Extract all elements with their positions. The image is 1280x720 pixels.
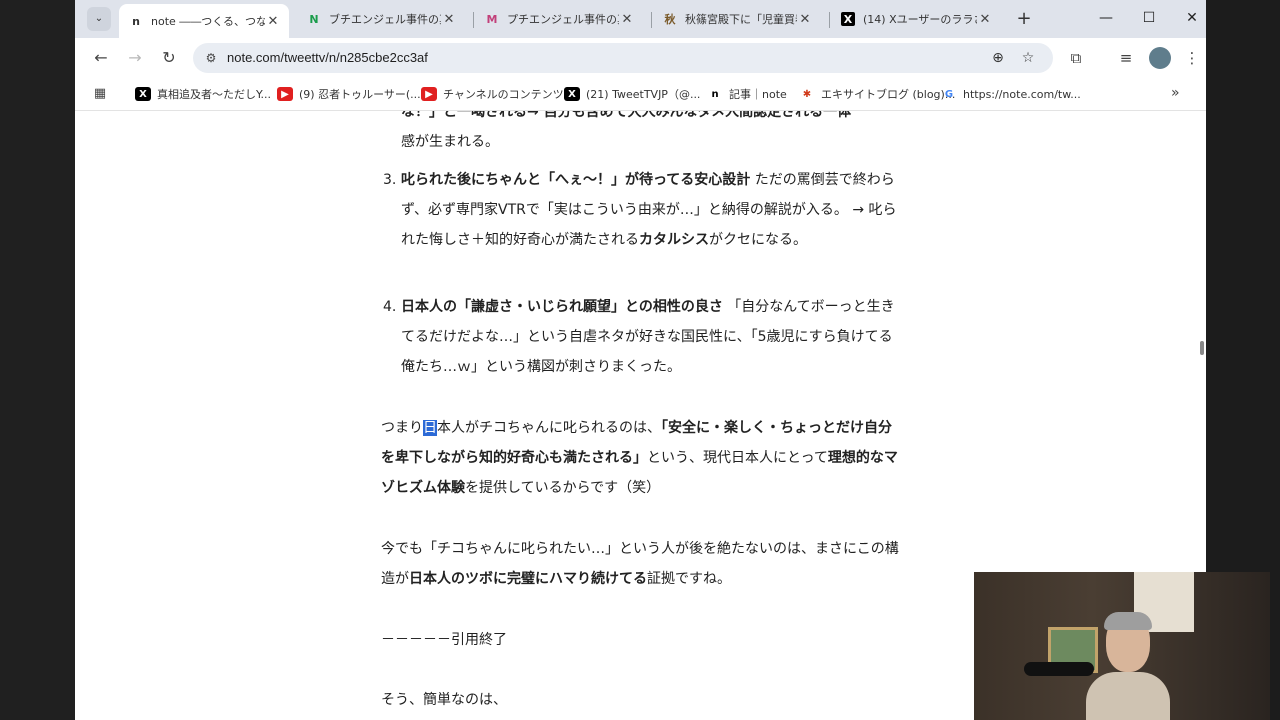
minimize-icon[interactable]: — [1091, 6, 1121, 30]
bookmark-label: https://note.com/tw... [963, 87, 1081, 101]
youtube-icon: ▶ [421, 87, 437, 101]
tab-strip: ⌄ n note ――つくる、つなが ✕ N ブチエンジェル事件の真相 ✕ M … [75, 0, 1206, 38]
menu-kebab-icon[interactable]: ⋮ [1181, 47, 1203, 69]
tab-close-icon[interactable]: ✕ [619, 12, 635, 27]
m-favicon-icon: M [486, 12, 498, 26]
paragraph: そう、簡単なのは、 [381, 692, 507, 708]
maximize-icon[interactable]: ☐ [1134, 6, 1164, 30]
webcam-overlay [974, 572, 1270, 720]
bookmark-item[interactable]: X (21) TweetTVJP（@... [564, 84, 700, 104]
site-info-icon[interactable]: ⚙ [203, 50, 219, 66]
list-item: な！」と一喝される→ 自分も含めて大人みんなダメ人間認定される一体 感が生まれる… [401, 111, 901, 157]
x-icon: X [135, 87, 151, 101]
tab-separator [473, 12, 474, 28]
bookmark-label: 記事｜note [729, 88, 787, 101]
list-item-heading: 日本人の「謙虚さ・いじられ願望」との相性の良さ [401, 299, 723, 315]
webcam-person-hair [1104, 612, 1152, 630]
tab-title: プチエンジェル事件の真相 [507, 13, 619, 26]
reload-icon[interactable]: ↻ [157, 46, 181, 70]
x-favicon-icon: X [841, 12, 855, 26]
list-item-text: がクセになる。 [709, 232, 807, 248]
bookmark-label: チャンネルのコンテンツ... [443, 88, 575, 101]
webcam-person [1086, 612, 1170, 720]
new-tab-plus-icon[interactable]: + [1013, 8, 1035, 30]
list-item-text: 感が生まれる。 [401, 134, 499, 150]
paragraph-text: つまり [381, 420, 423, 436]
tab-search-button[interactable]: ⌄ [87, 7, 111, 31]
paragraph-text: 証拠ですね。 [647, 571, 731, 587]
tab-close-icon[interactable]: ✕ [441, 12, 457, 27]
back-arrow-icon[interactable]: ← [89, 46, 113, 70]
youtube-icon: ▶ [277, 87, 293, 101]
media-control-icon[interactable]: ≡ [1115, 47, 1137, 69]
tab-close-icon[interactable]: ✕ [265, 14, 281, 29]
tab-separator [651, 12, 652, 28]
site-favicon-icon: 秋 [664, 13, 676, 26]
profile-avatar[interactable] [1149, 47, 1171, 69]
list-number: 4. [383, 299, 397, 315]
tab-puchi-angel-1[interactable]: N ブチエンジェル事件の真相 ✕ [297, 4, 465, 34]
x-icon: X [564, 87, 580, 101]
bookmarks-overflow-chevron-icon[interactable]: » [1171, 85, 1180, 101]
tab-title: 秋篠宮殿下に「児童買春 [685, 13, 797, 26]
zoom-icon[interactable]: ⊕ [989, 49, 1007, 67]
window-close-icon[interactable]: ✕ [1177, 6, 1206, 30]
list-item-emphasis: カタルシス [639, 232, 709, 248]
paragraph-text: 本人がチコちゃんに叱られるのは、 [437, 420, 661, 436]
bookmark-item[interactable]: ▶ チャンネルのコンテンツ... [421, 84, 574, 104]
note-icon: n [711, 88, 719, 100]
tab-title: ブチエンジェル事件の真相 [329, 13, 441, 26]
bookmark-star-icon[interactable]: ☆ [1019, 49, 1037, 67]
excite-icon: ✱ [802, 88, 812, 100]
bookmark-item[interactable]: ✱ エキサイトブログ (blog)... [799, 84, 956, 104]
list-item: 4. 日本人の「謙虚さ・いじられ願望」との相性の良さ 「自分なんてボーっと生きて… [383, 292, 901, 382]
bookmark-label: エキサイトブログ (blog)... [821, 88, 956, 101]
n-favicon-icon: N [309, 12, 319, 26]
tab-title: (14) Xユーザーのララさん [863, 13, 977, 26]
apps-grid-icon[interactable]: ▦ [92, 86, 108, 102]
list-item-heading: 叱られた後にちゃんと「へぇ～！」が待ってる安心設計 [401, 172, 751, 188]
forward-arrow-icon[interactable]: → [123, 46, 147, 70]
tab-title: note ――つくる、つなが [151, 15, 265, 28]
tab-note-active[interactable]: n note ――つくる、つなが ✕ [119, 4, 289, 38]
note-favicon-icon: n [132, 14, 140, 28]
quote-end-marker: －－－－－引用終了 [381, 632, 507, 648]
list-number: 3. [383, 172, 397, 188]
bookmark-label: (9) 忍者トゥルーサー(... [299, 88, 421, 101]
paragraph-emphasis: 日本人のツボに完璧にハマり続けてる [409, 571, 647, 587]
text-selection: 日 [423, 420, 437, 436]
google-icon: G [944, 88, 954, 100]
bookmarks-bar: ▦ X 真相追及者〜ただしY... ▶ (9) 忍者トゥルーサー(... ▶ チ… [75, 78, 1206, 111]
paragraph-text: を提供しているからです（笑） [465, 480, 661, 496]
tab-separator [829, 12, 830, 28]
scrollbar-thumb[interactable] [1200, 341, 1204, 355]
webcam-person-body [1086, 672, 1170, 720]
webcam-microphone [1024, 662, 1094, 676]
bookmark-item[interactable]: n 記事｜note [707, 84, 787, 104]
browser-toolbar: ← → ↻ ⚙ note.com/tweettv/n/n285cbe2cc3af… [75, 38, 1206, 78]
tab-close-icon[interactable]: ✕ [797, 12, 813, 27]
paragraph: 今でも「チコちゃんに叱られたい…」という人が後を絶たないのは、まさにこの構造が日… [381, 534, 901, 594]
desktop-left-margin [0, 0, 75, 720]
bookmark-item[interactable]: G https://note.com/tw... [941, 84, 1081, 104]
bookmark-item[interactable]: X 真相追及者〜ただしY... [135, 84, 271, 104]
paragraph: つまり日本人がチコちゃんに叱られるのは、「安全に・楽しく・ちょっとだけ自分を卑下… [381, 413, 901, 503]
list-item-text: な！」と一喝される→ 自分も含めて大人みんなダメ人間認定される一体 [401, 111, 852, 120]
tab-x-user[interactable]: X (14) Xユーザーのララさん ✕ [831, 4, 1001, 34]
bookmark-item[interactable]: ▶ (9) 忍者トゥルーサー(... [277, 84, 421, 104]
address-bar[interactable]: ⚙ note.com/tweettv/n/n285cbe2cc3af ⊕ ☆ [193, 43, 1053, 73]
list-item: 3. 叱られた後にちゃんと「へぇ～！」が待ってる安心設計 ただの罵倒芸で終わらず… [383, 165, 901, 255]
tab-close-icon[interactable]: ✕ [977, 12, 993, 27]
extensions-icon[interactable]: ⧉ [1065, 47, 1087, 69]
tab-akishino[interactable]: 秋 秋篠宮殿下に「児童買春 ✕ [653, 4, 821, 34]
bookmark-label: 真相追及者〜ただしY... [157, 88, 271, 101]
url-text[interactable]: note.com/tweettv/n/n285cbe2cc3af [227, 50, 428, 65]
tab-puchi-angel-2[interactable]: M プチエンジェル事件の真相 ✕ [475, 4, 643, 34]
bookmark-label: (21) TweetTVJP（@... [586, 88, 701, 101]
paragraph-text: という、現代日本人にとって [647, 450, 828, 466]
